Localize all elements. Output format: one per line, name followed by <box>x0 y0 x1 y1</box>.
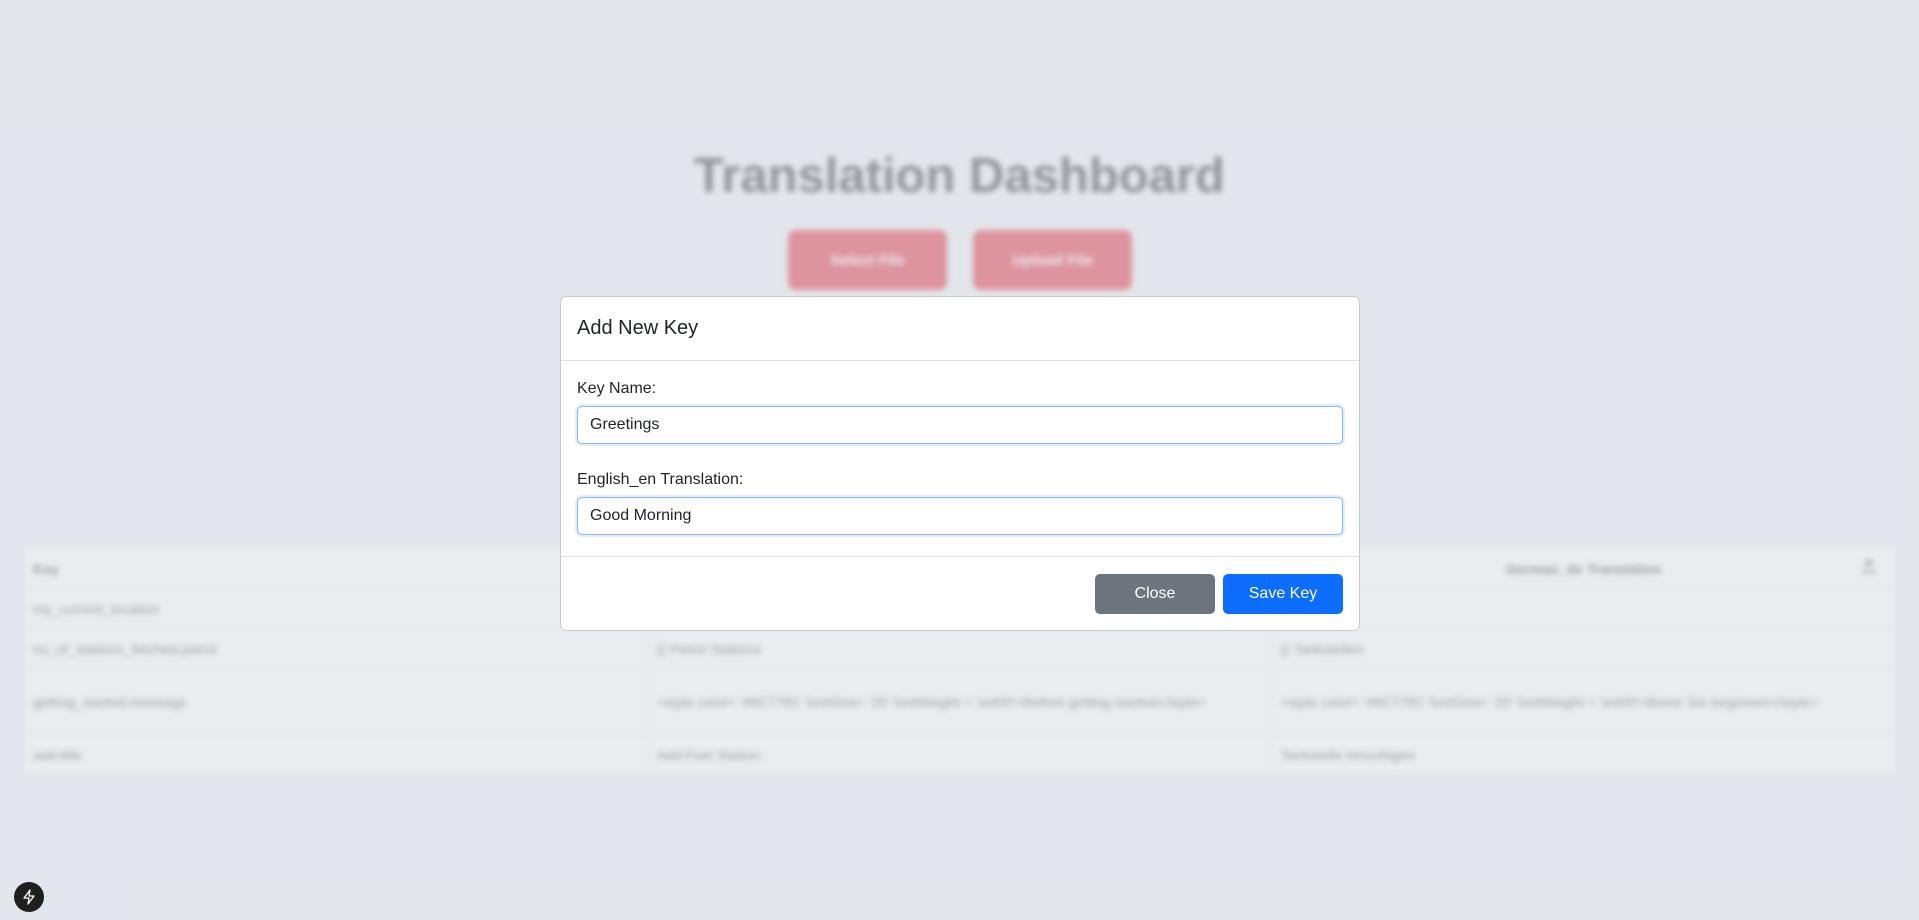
close-button[interactable]: Close <box>1095 573 1215 614</box>
modal-body: Key Name: English_en Translation: <box>561 361 1359 553</box>
key-name-input[interactable] <box>577 406 1343 444</box>
save-key-button[interactable]: Save Key <box>1223 573 1343 614</box>
modal-title: Add New Key <box>577 317 699 339</box>
add-key-modal: Add New Key Key Name: English_en Transla… <box>560 296 1360 631</box>
lightning-icon[interactable] <box>14 882 44 912</box>
translation-label: English_en Translation: <box>577 471 744 488</box>
modal-header: Add New Key <box>561 297 1359 361</box>
key-name-label: Key Name: <box>577 380 657 397</box>
english-translation-input[interactable] <box>577 497 1343 535</box>
modal-footer: Close Save Key <box>561 556 1359 630</box>
